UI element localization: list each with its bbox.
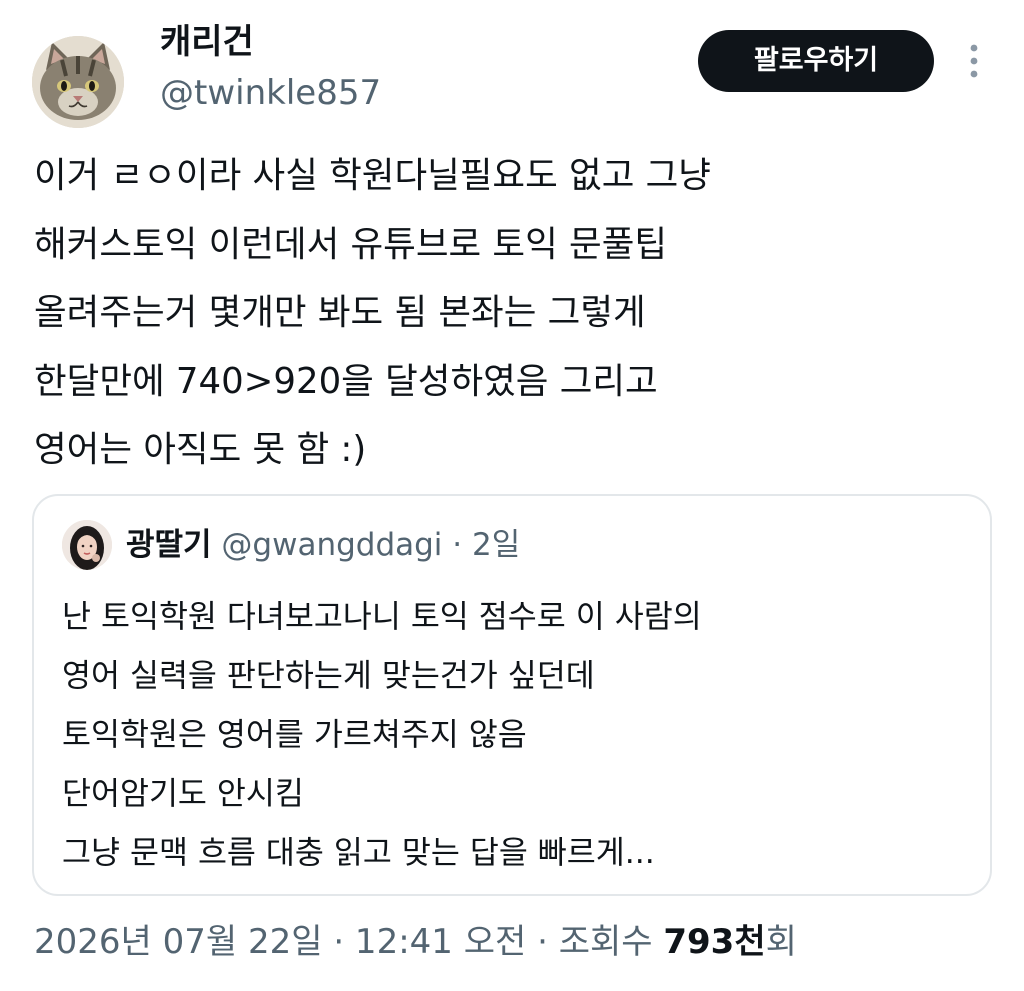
portrait-avatar-icon xyxy=(62,520,112,570)
tweet-line: 영어는 아직도 못 함 :) xyxy=(34,429,367,470)
tweet-line: 해커스토익 이런데서 유튜브로 토익 문풀팁 xyxy=(34,223,668,265)
tweet-timestamp[interactable]: 2026년 07월 22일 · 12:41 오전 · 조회수 xyxy=(34,922,663,962)
follow-button[interactable]: 팔로우하기 xyxy=(698,30,934,92)
tweet-line: 한달만에 740>920을 달성하였음 그리고 xyxy=(34,360,658,402)
tweet-line: 이거 ㄹㅇ이라 사실 학원다닐필요도 없고 그냥 xyxy=(34,155,711,196)
quote-line: 토익학원은 영어를 가르쳐주지 않음 xyxy=(62,717,527,753)
quote-text: 난 토익학원 다녀보고나니 토익 점수로 이 사람의 영어 실력을 판단하는게 … xyxy=(62,588,702,883)
quote-line: 단어암기도 안시킴 xyxy=(62,776,304,812)
author-handle[interactable]: @twinkle857 xyxy=(160,70,381,116)
quote-line: 난 토익학원 다녀보고나니 토익 점수로 이 사람의 xyxy=(62,599,702,635)
more-options-button[interactable] xyxy=(960,38,988,84)
quote-header: 광딸기 @gwangddagi · 2일 xyxy=(126,522,520,568)
views-count[interactable]: 793천 xyxy=(663,922,765,962)
quote-line: 그냥 문맥 흐름 대충 읽고 맞는 답을 빠르게... xyxy=(62,835,655,871)
author-display-name[interactable]: 캐리건 xyxy=(160,20,254,64)
views-suffix: 회 xyxy=(765,922,797,962)
tweet-metadata: 2026년 07월 22일 · 12:41 오전 · 조회수 793천회 xyxy=(34,916,797,968)
quote-timestamp[interactable]: 2일 xyxy=(472,527,520,563)
quote-line: 영어 실력을 판단하는게 맞는건가 싶던데 xyxy=(62,658,595,694)
quote-separator: · xyxy=(452,527,463,563)
tweet-line: 올려주는거 몇개만 봐도 됨 본좌는 그렇게 xyxy=(34,292,646,333)
cat-avatar-icon xyxy=(32,36,124,128)
quote-author-display-name[interactable]: 광딸기 xyxy=(126,527,212,563)
quote-author-handle[interactable]: @gwangddagi xyxy=(221,527,442,563)
vertical-ellipsis-icon xyxy=(970,44,978,78)
quote-author-avatar[interactable] xyxy=(62,520,112,570)
tweet-text: 이거 ㄹㅇ이라 사실 학원다닐필요도 없고 그냥 해커스토익 이런데서 유튜브로… xyxy=(34,142,994,485)
quoted-tweet-card[interactable]: 광딸기 @gwangddagi · 2일 난 토익학원 다녀보고나니 토익 점수… xyxy=(32,494,992,896)
author-avatar[interactable] xyxy=(32,36,124,128)
